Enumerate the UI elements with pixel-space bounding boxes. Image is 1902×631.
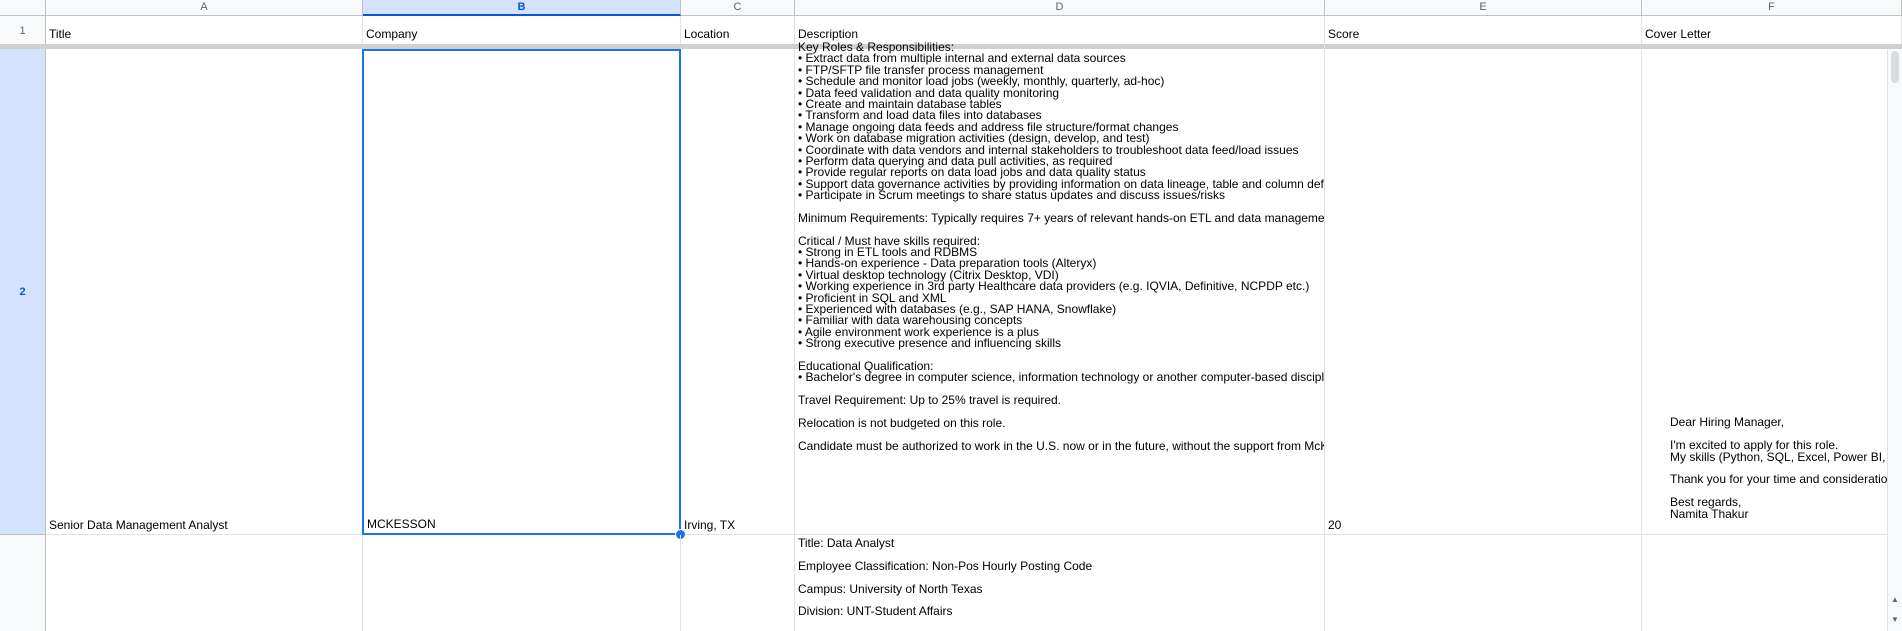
cell-c3[interactable] (681, 535, 795, 631)
column-header-f[interactable]: F (1642, 0, 1902, 16)
description-line: Travel Requirement: Up to 25% travel is … (798, 393, 1062, 408)
column-header-d[interactable]: D (795, 0, 1325, 16)
description-line: Campus: University of North Texas (798, 581, 983, 596)
description-line: • Strong executive presence and influenc… (798, 336, 1062, 351)
vertical-scrollbar[interactable]: ▲ ▼ (1887, 49, 1902, 631)
cell-b2-company-selected[interactable]: MCKESSON (362, 49, 681, 535)
cell-e3[interactable] (1325, 535, 1642, 631)
column-header-c[interactable]: C (681, 0, 795, 16)
column-header-e[interactable]: E (1325, 0, 1642, 16)
header-cell-score[interactable]: Score (1325, 16, 1642, 46)
cell-f3[interactable] (1642, 535, 1902, 631)
scroll-up-arrow-icon[interactable]: ▲ (1890, 595, 1900, 605)
cell-b3[interactable] (363, 535, 681, 631)
select-all-corner[interactable] (0, 0, 46, 16)
description-line: Title: Data Analyst (798, 536, 895, 550)
cell-d3-description[interactable]: Title: Data Analyst Employee Classificat… (795, 535, 1325, 631)
header-cell-cover-letter[interactable]: Cover Letter (1642, 16, 1902, 46)
cover-letter-line: Namita Thakur (1670, 506, 1749, 521)
cell-a2-title[interactable]: Senior Data Management Analyst (46, 49, 363, 535)
cell-c2-location[interactable]: Irving, TX (681, 49, 795, 535)
column-header-b[interactable]: B (363, 0, 681, 16)
cover-letter-line: Dear Hiring Manager, (1670, 415, 1785, 430)
description-line: Division: UNT-Student Affairs (798, 604, 953, 619)
scroll-down-arrow-icon[interactable]: ▼ (1890, 615, 1900, 625)
row-header-3[interactable] (0, 535, 46, 631)
cell-f2-cover-letter[interactable]: Dear Hiring Manager, I'm excited to appl… (1642, 49, 1902, 535)
cell-a3[interactable] (46, 535, 363, 631)
description-line: Minimum Requirements: Typically requires… (798, 210, 1325, 225)
row-header-2[interactable]: 2 (0, 49, 46, 535)
cell-e2-score[interactable]: 20 (1325, 49, 1642, 535)
description-line: Candidate must be authorized to work in … (798, 438, 1325, 453)
description-line: • Participate in Scrum meetings to share… (798, 188, 1226, 203)
header-cell-title[interactable]: Title (46, 16, 363, 46)
description-line: Relocation is not budgeted on this role. (798, 415, 1006, 430)
spreadsheet-grid[interactable]: A B C D E F 1 Title Company Location Des… (0, 0, 1902, 631)
scrollbar-thumb[interactable] (1891, 51, 1899, 83)
description-line: Employee Classification: Non-Pos Hourly … (798, 558, 1093, 573)
header-cell-company[interactable]: Company (363, 16, 681, 46)
cover-letter-line: My skills (Python, SQL, Excel, Power BI, (1670, 449, 1886, 464)
cell-d2-description[interactable]: Key Roles & Responsibilities: • Extract d… (795, 42, 1325, 535)
column-header-a[interactable]: A (46, 0, 363, 16)
cover-letter-line: Thank you for your time and consideratio (1670, 472, 1888, 487)
header-cell-location[interactable]: Location (681, 16, 795, 46)
row-header-1[interactable]: 1 (0, 16, 46, 46)
description-line: • Bachelor's degree in computer science,… (798, 370, 1325, 385)
